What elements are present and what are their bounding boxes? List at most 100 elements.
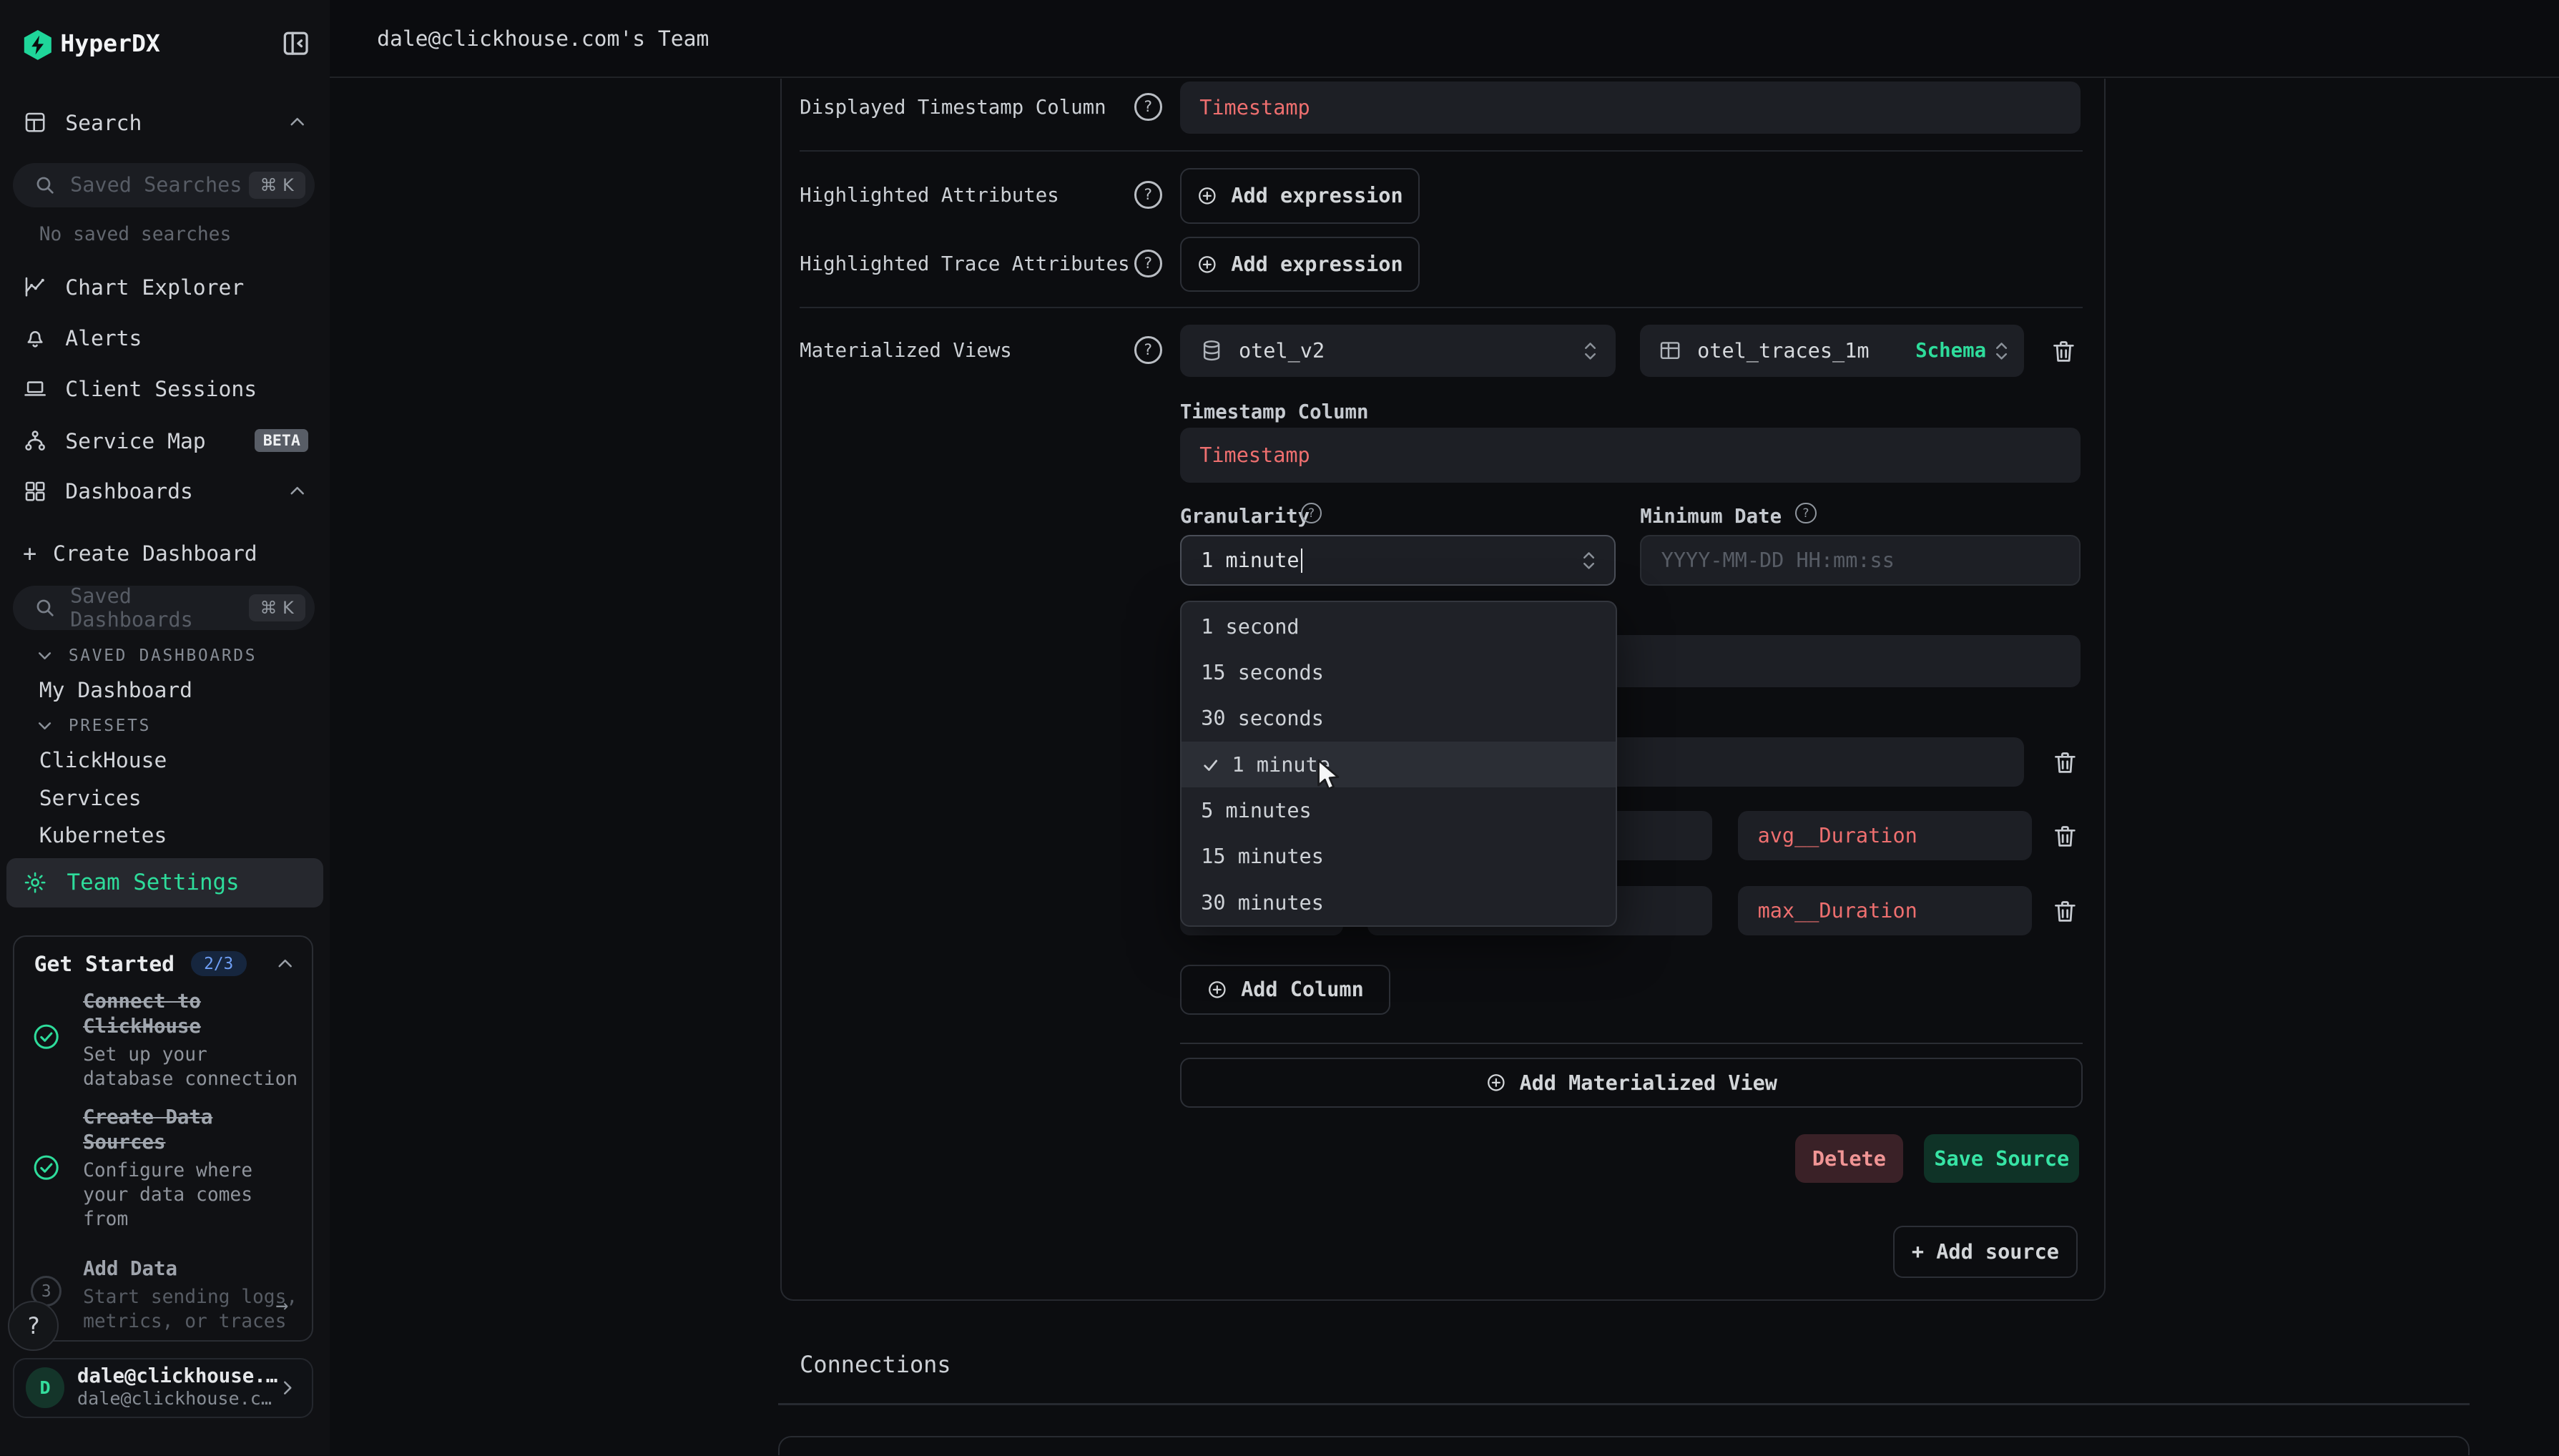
divider: [778, 1403, 2469, 1405]
get-started-step-2[interactable]: Create Data Sources Configure where your…: [83, 1105, 302, 1232]
sidebar-item-dashboards[interactable]: Dashboards: [0, 470, 330, 512]
saved-searches-placeholder: Saved Searches: [70, 173, 248, 197]
sidebar-item-client-sessions[interactable]: Client Sessions: [0, 367, 330, 409]
add-source-button[interactable]: + Add source: [1893, 1226, 2078, 1278]
help-button[interactable]: ?: [8, 1301, 59, 1352]
user-email: dale@clickhouse.c…: [77, 1388, 277, 1410]
materialized-views-label: Materialized Views: [800, 340, 1012, 362]
connections-heading: Connections: [800, 1351, 951, 1378]
help-icon: ?: [1134, 336, 1162, 364]
timestamp-column-label: Timestamp Column: [1180, 401, 1369, 423]
select-chevrons-icon: [1580, 549, 1598, 572]
delete-materialized-view-icon[interactable]: [2050, 338, 2078, 365]
database-select[interactable]: otel_v2: [1180, 325, 1616, 377]
plus-circle-icon: [1197, 185, 1218, 207]
check-circle-icon: [31, 1021, 62, 1052]
select-chevrons-icon: [1993, 340, 2010, 363]
collapse-sidebar-icon[interactable]: [280, 28, 311, 59]
chevron-right-icon: [277, 1378, 297, 1397]
divider: [800, 307, 2083, 308]
text-caret: [1301, 549, 1302, 573]
help-icon: ?: [1795, 503, 1817, 524]
highlighted-attributes-label: Highlighted Attributes: [800, 185, 1059, 207]
section-presets[interactable]: PRESETS: [36, 717, 151, 735]
add-column-button[interactable]: Add Column: [1180, 965, 1390, 1015]
dropdown-option[interactable]: 15 minutes: [1182, 834, 1616, 880]
saved-searches-input[interactable]: Saved Searches ⌘ K: [13, 163, 315, 207]
minimum-date-label: Minimum Date: [1640, 506, 1782, 528]
granularity-combobox[interactable]: 1 minute: [1180, 535, 1616, 586]
plus-circle-icon: [1197, 254, 1218, 275]
highlighted-trace-attributes-label: Highlighted Trace Attributes: [800, 253, 1129, 275]
question-mark-icon: ?: [26, 1312, 40, 1339]
get-started-step-1[interactable]: Connect to ClickHouse Set up your databa…: [83, 989, 302, 1092]
delete-column-icon[interactable]: [2051, 749, 2079, 777]
laptop-icon: [23, 376, 47, 400]
bell-icon: [23, 325, 47, 350]
dropdown-option-selected[interactable]: 1 minute: [1182, 742, 1616, 787]
sidebar-link-clickhouse[interactable]: ClickHouse: [39, 747, 167, 772]
delete-column-icon[interactable]: [2051, 897, 2079, 925]
add-materialized-view-button[interactable]: Add Materialized View: [1180, 1058, 2083, 1108]
hyperdx-logo-icon: [21, 28, 54, 62]
connections-panel: [778, 1436, 2469, 1455]
create-dashboard-button[interactable]: + Create Dashboard: [0, 532, 330, 574]
column-alias-input[interactable]: avg__Duration: [1738, 811, 2032, 860]
cmd-k-shortcut: ⌘ K: [249, 594, 305, 621]
beta-badge: BETA: [255, 429, 308, 452]
sidebar-link-my-dashboard[interactable]: My Dashboard: [39, 677, 192, 702]
displayed-timestamp-column-input[interactable]: Timestamp: [1180, 82, 2081, 134]
dropdown-option[interactable]: 1 second: [1182, 604, 1616, 649]
sidebar-link-services[interactable]: Services: [39, 785, 142, 810]
sidebar-item-chart-explorer[interactable]: Chart Explorer: [0, 266, 330, 308]
saved-dashboards-input[interactable]: Saved Dashboards ⌘ K: [13, 586, 315, 630]
chart-explorer-icon: [23, 275, 47, 299]
database-icon: [1199, 338, 1224, 363]
dropdown-option[interactable]: 30 minutes: [1182, 880, 1616, 925]
add-expression-button[interactable]: Add expression: [1180, 237, 1420, 292]
dropdown-option[interactable]: 5 minutes: [1182, 787, 1616, 833]
chevron-down-icon: [36, 646, 54, 664]
plus-circle-icon: [1207, 979, 1228, 1000]
sidebar-item-service-map[interactable]: Service Map BETA: [0, 419, 330, 461]
chevron-up-icon[interactable]: [275, 954, 295, 973]
delete-column-icon[interactable]: [2051, 822, 2079, 850]
sidebar: HyperDX Search Saved Searches ⌘ K No sav…: [0, 0, 331, 1455]
search-icon: [34, 597, 56, 619]
get-started-step-3[interactable]: Add Data Start sending logs, metrics, or…: [83, 1256, 302, 1334]
sidebar-item-search[interactable]: Search: [0, 101, 330, 143]
database-select-value: otel_v2: [1239, 339, 1325, 363]
help-icon: ?: [1134, 250, 1162, 277]
dropdown-option[interactable]: 30 seconds: [1182, 696, 1616, 742]
save-source-button[interactable]: Save Source: [1924, 1134, 2079, 1183]
minimum-date-input[interactable]: YYYY-MM-DD HH:mm:ss: [1640, 535, 2081, 586]
search-icon: [34, 174, 56, 196]
sidebar-link-kubernetes[interactable]: Kubernetes: [39, 822, 167, 847]
sidebar-item-team-settings[interactable]: Team Settings: [6, 858, 323, 907]
user-menu[interactable]: D dale@clickhouse.… dale@clickhouse.c…: [13, 1358, 313, 1418]
avatar: D: [26, 1367, 64, 1408]
column-alias-input[interactable]: max__Duration: [1738, 886, 2032, 935]
table-select[interactable]: otel_traces_1m Schema: [1640, 325, 2023, 377]
search-section-icon: [23, 110, 47, 134]
cmd-k-shortcut: ⌘ K: [249, 172, 305, 198]
chevron-up-icon: [288, 112, 307, 132]
minimum-date-placeholder: YYYY-MM-DD HH:mm:ss: [1661, 549, 1895, 572]
chevron-down-icon: [36, 717, 54, 734]
page-title: dale@clickhouse.com's Team: [377, 26, 709, 51]
granularity-label: Granularity: [1180, 506, 1310, 528]
page-header: dale@clickhouse.com's Team: [330, 0, 2559, 78]
check-circle-icon: [31, 1152, 62, 1183]
timestamp-column-input[interactable]: Timestamp: [1180, 428, 2081, 483]
add-expression-button[interactable]: Add expression: [1180, 168, 1420, 224]
help-icon: ?: [1134, 181, 1162, 209]
check-icon: [1201, 755, 1220, 774]
select-chevrons-icon: [1581, 340, 1599, 363]
delete-source-button[interactable]: Delete: [1795, 1134, 1903, 1183]
dropdown-option[interactable]: 15 seconds: [1182, 649, 1616, 695]
divider: [800, 150, 2083, 152]
section-saved-dashboards[interactable]: SAVED DASHBOARDS: [36, 646, 257, 665]
sidebar-item-alerts[interactable]: Alerts: [0, 317, 330, 359]
help-icon: ?: [1134, 93, 1162, 121]
schema-badge[interactable]: Schema: [1915, 340, 1986, 362]
